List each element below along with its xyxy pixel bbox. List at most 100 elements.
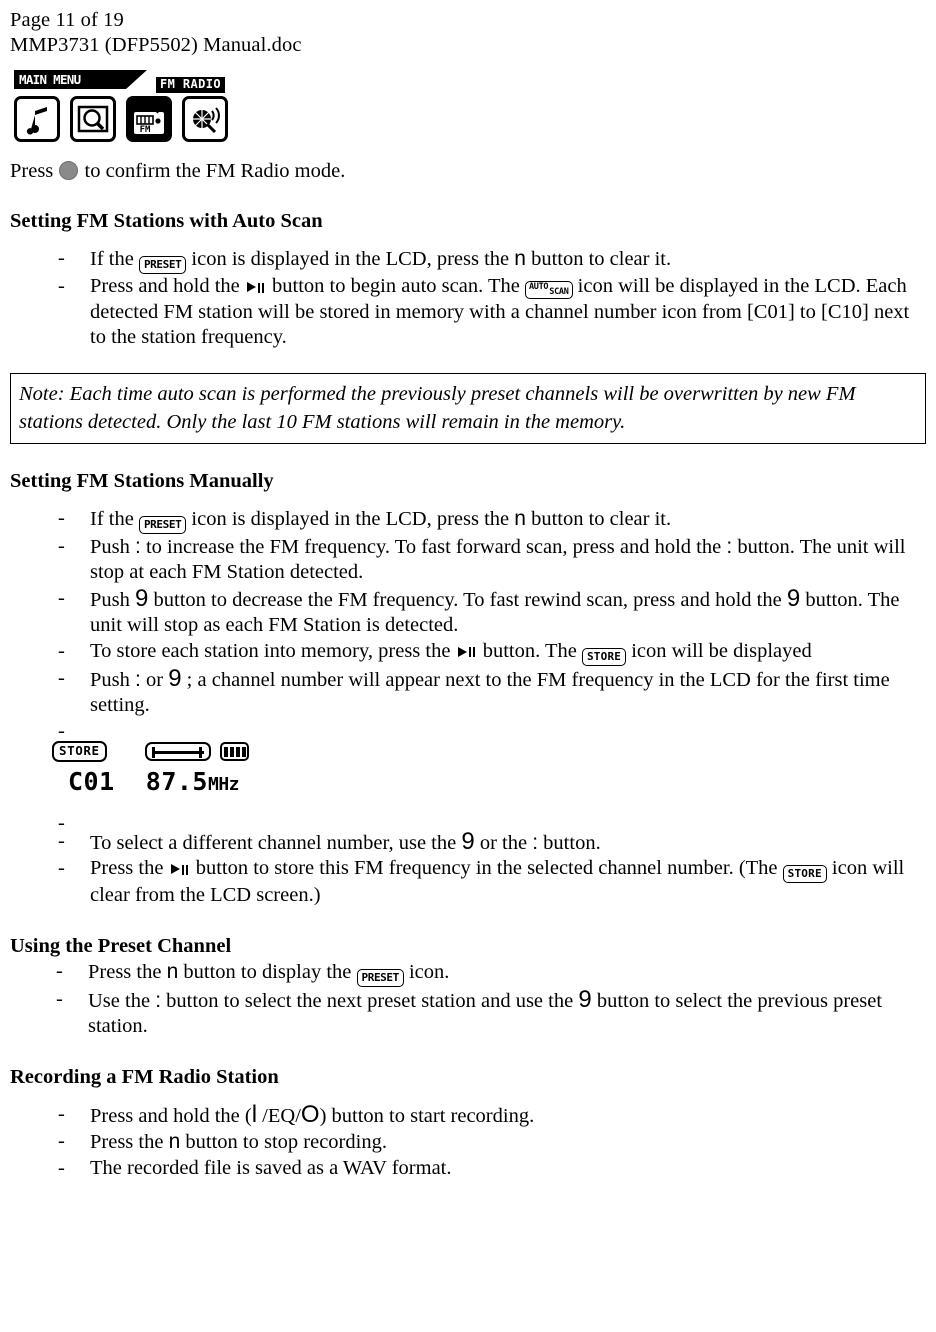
list-item: - Press the n button to display the PRESE… [10, 959, 926, 987]
lcd-frequency-unit: MHz [207, 773, 240, 795]
text-fragment: button. The [477, 639, 582, 662]
store-lcd-icon: STORE [52, 741, 107, 762]
list-item: - If the PRESET icon is displayed in the … [10, 506, 926, 534]
text-fragment: To select a different channel number, us… [90, 831, 462, 854]
preset-lcd-icon: PRESET [356, 968, 404, 987]
heading-preset-channel: Using the Preset Channel [10, 934, 232, 957]
bullet-dash: - [56, 959, 63, 982]
store-lcd-icon: STORE [581, 647, 627, 666]
fm-radio-selected-label: FM RADIO [156, 77, 225, 93]
bullet-dash: - [56, 987, 63, 1010]
note-box: Note: Each time auto scan is performed t… [10, 372, 926, 444]
confirm-instruction-paragraph: Press to confirm the FM Radio mode. [10, 158, 926, 184]
text-fragment: If the [90, 507, 139, 530]
tuning-bar-icon [144, 742, 211, 761]
list-item-empty: - [10, 719, 926, 742]
list-item: - Press and hold the button to begin auto… [10, 274, 926, 351]
play-pause-icon [170, 863, 189, 876]
text-fragment: button to clear it. [525, 507, 672, 530]
play-pause-icon [246, 281, 265, 294]
confirm-text-after: to confirm the FM Radio mode. [79, 160, 346, 182]
list-item: - If the PRESET icon is displayed in the … [10, 246, 926, 274]
auto-scan-lcd-icon: AUTOSCAN [524, 281, 573, 299]
manual-bullet-list: - If the PRESET icon is displayed in the … [10, 506, 926, 742]
lcd-frequency-readout: C01 87.5MHz [68, 766, 282, 799]
bullet-dash: - [58, 1130, 65, 1152]
menu-button-symbol: n [514, 506, 526, 530]
list-item: - To store each station into memory, pres… [10, 639, 926, 666]
list-item-empty: - [10, 811, 926, 834]
document-filename-label: MMP3731 (DFP5502) Manual.doc [10, 34, 302, 56]
bullet-dash: - [58, 666, 65, 689]
text-fragment: button. [538, 831, 601, 854]
confirm-button-icon [59, 161, 79, 180]
text-fragment: The recorded file is saved as a WAV form… [90, 1156, 452, 1179]
text-fragment: If the [90, 248, 139, 270]
menu-button-symbol: n [514, 247, 526, 270]
text-fragment: Press and hold the [90, 275, 245, 297]
bullet-dash: - [58, 506, 65, 529]
prev-button-symbol: 9 [578, 985, 592, 1013]
text-fragment: button to select the next preset station… [161, 989, 579, 1012]
list-item: - To select a different channel number, u… [10, 828, 926, 857]
heading-manual: Setting FM Stations Manually [10, 469, 274, 492]
list-item: - Push : to increase the FM frequency. To… [10, 534, 926, 586]
page-number-label: Page 11 of 19 [10, 9, 124, 31]
list-item: - Push 9 button to decrease the FM freque… [10, 584, 926, 639]
text-fragment: Push [90, 588, 136, 611]
bullet-dash: - [58, 639, 65, 662]
text-fragment: icon. [403, 960, 450, 983]
page-header: Page 11 of 19 MMP3731 (DFP5502) Manual.d… [10, 8, 926, 58]
recording-bullet-list: - Press and hold the (l /EQ/O) button to … [10, 1100, 926, 1182]
photo-browse-icon [70, 96, 116, 142]
text-fragment: icon is displayed in the LCD, press the [186, 248, 515, 270]
text-fragment: /EQ/ [257, 1104, 301, 1127]
autoscan-top-label: AUTO [528, 282, 549, 292]
menu-button-symbol: n [168, 1130, 181, 1153]
battery-full-icon [219, 742, 249, 761]
text-fragment: button to stop recording. [180, 1131, 387, 1153]
store-lcd-icon: STORE [782, 865, 827, 883]
text-fragment: Press the [90, 1131, 169, 1153]
bullet-dash: - [58, 829, 65, 852]
lcd-indicator-row: STORE [52, 741, 282, 763]
main-menu-lcd-figure: MAIN MENU FM FM RADIO [14, 70, 254, 142]
fm-status-lcd-figure: STORE C01 87.5MHz [52, 741, 282, 799]
preset-lcd-icon: PRESET [138, 515, 187, 534]
text-fragment: Press the [90, 857, 169, 879]
text-fragment: button to begin auto scan. The [266, 275, 525, 297]
text-fragment: Press and hold the ( [90, 1104, 252, 1127]
text-fragment: or [140, 668, 169, 691]
text-fragment: or the [474, 831, 533, 854]
text-fragment: Use the [88, 989, 156, 1012]
menu-button-symbol: n [166, 959, 179, 983]
bullet-dash: - [58, 1102, 65, 1125]
bullet-dash: - [58, 1156, 65, 1179]
main-menu-icon-row: FM FM RADIO [14, 77, 254, 142]
list-item: - Press the button to store this FM frequ… [10, 856, 926, 909]
text-fragment: Push [90, 668, 136, 691]
text-fragment: button to clear it. [525, 248, 672, 270]
svg-text:FM: FM [140, 125, 151, 135]
voice-record-icon [182, 96, 228, 142]
text-fragment: button to store this FM frequency in the… [190, 857, 783, 879]
text-fragment: To store each station into memory, press… [90, 639, 456, 662]
bullet-dash: - [58, 586, 65, 609]
bullet-dash: - [58, 857, 65, 879]
text-fragment: Push [90, 535, 136, 558]
bullet-dash: - [58, 275, 65, 297]
text-fragment: Press the [88, 960, 167, 983]
prev-button-symbol: 9 [786, 584, 801, 612]
manual-bullet-list-continued: - - To select a different channel number,… [10, 811, 926, 909]
text-fragment: button to decrease the FM frequency. To … [148, 588, 787, 611]
list-item: - Press the n button to stop recording. [10, 1129, 926, 1156]
text-fragment: to increase the FM frequency. To fast fo… [140, 535, 727, 558]
preset-lcd-icon: PRESET [138, 256, 187, 274]
autoscan-bottom-label: SCAN [549, 287, 569, 297]
lcd-channel-number: C01 [68, 766, 115, 796]
list-item: - Press and hold the (l /EQ/O) button to … [10, 1100, 926, 1130]
banner-arrow [126, 70, 147, 89]
bullet-dash: - [58, 247, 65, 269]
preset-channel-bullet-list: - Press the n button to display the PRESE… [10, 959, 926, 1040]
record-button-symbol: O [300, 1100, 320, 1128]
